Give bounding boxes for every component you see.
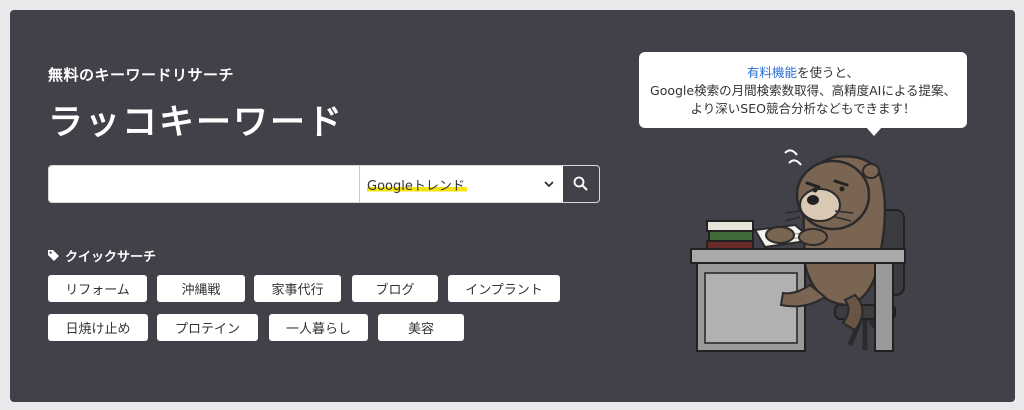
hero-subtitle: 無料のキーワードリサーチ: [48, 66, 235, 84]
quick-search-chip[interactable]: 一人暮らし: [269, 314, 368, 341]
search-source-label: Googleトレンド: [367, 175, 467, 194]
hero-title: ラッコキーワード: [48, 103, 345, 143]
quick-search-chip[interactable]: 日焼け止め: [48, 314, 148, 341]
paid-feature-link[interactable]: 有料機能: [747, 65, 797, 80]
search-input[interactable]: [49, 166, 360, 202]
quick-search-heading: クイックサーチ: [48, 246, 156, 265]
quick-search-label: クイックサーチ: [65, 250, 157, 265]
bubble-line1: を使うと、: [797, 65, 860, 80]
chevron-down-icon: [544, 181, 554, 188]
search-source-select[interactable]: Googleトレンド: [361, 166, 563, 202]
quick-search-chip[interactable]: 家事代行: [254, 275, 341, 302]
sea-otter-mascot-illustration: [690, 149, 906, 352]
search-bar: Googleトレンド: [48, 165, 600, 203]
bubble-tail: [865, 126, 883, 136]
tag-icon: [48, 250, 59, 261]
quick-search-chip[interactable]: リフォーム: [48, 275, 147, 302]
quick-search-chip[interactable]: ブログ: [352, 275, 438, 302]
bubble-line2: Google検索の月間検索数取得、高精度AIによる提案、: [650, 83, 956, 98]
search-button[interactable]: [563, 166, 599, 202]
quick-search-chip[interactable]: インプラント: [448, 275, 560, 302]
bubble-line3: より深いSEO競合分析などもできます！: [690, 101, 916, 116]
quick-search-chip[interactable]: プロテイン: [157, 314, 258, 341]
quick-search-chip[interactable]: 沖縄戦: [157, 275, 245, 302]
search-icon: [573, 176, 588, 191]
paid-feature-bubble: 有料機能を使うと、 Google検索の月間検索数取得、高精度AIによる提案、 よ…: [639, 52, 967, 128]
quick-search-chip[interactable]: 美容: [378, 314, 464, 341]
